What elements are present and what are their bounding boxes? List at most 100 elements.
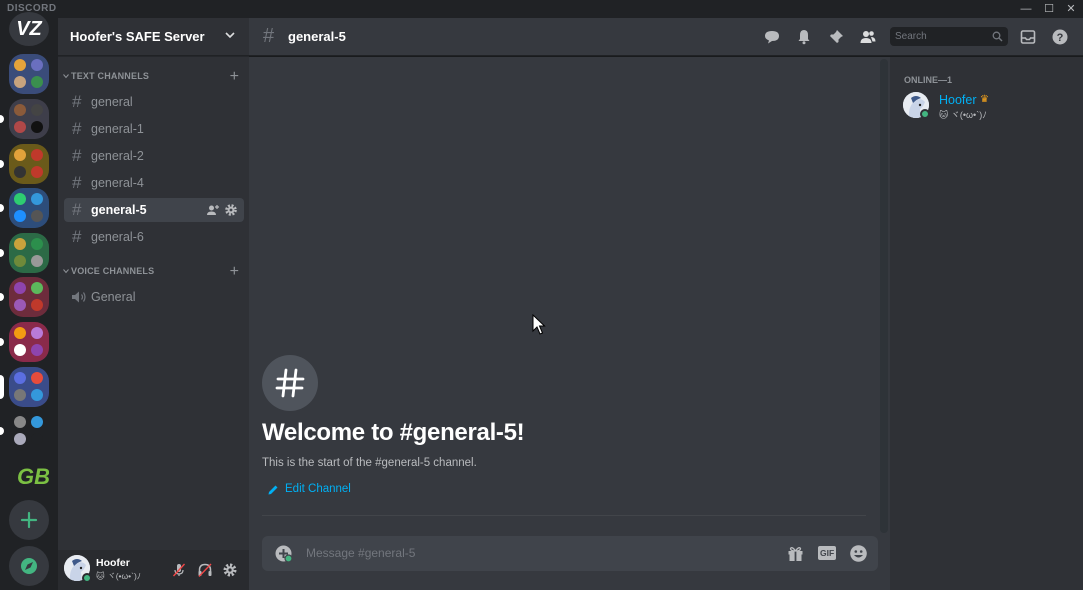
member-row[interactable]: Hoofer ♛ 🐱 ヾ(•ω•`)ﾉ — [898, 89, 1078, 121]
server-gb[interactable]: GB — [9, 455, 49, 495]
svg-text:GB: GB — [17, 464, 49, 489]
channel-sidebar: Hoofer's SAFE Server Text Channels + # ge… — [58, 18, 249, 590]
channel-item-general-1[interactable]: # general-1 — [64, 117, 244, 141]
speaker-icon — [72, 291, 86, 303]
gif-picker-button[interactable]: GIF — [818, 546, 836, 560]
server-thumbnail-icon — [31, 389, 43, 401]
server-thumbnail-icon — [31, 372, 43, 384]
server-folder-6[interactable] — [9, 277, 49, 317]
category-label: Voice Channels — [71, 266, 155, 276]
server-thumbnail-icon — [14, 193, 26, 205]
server-unread-indicator — [0, 427, 4, 435]
channel-welcome-badge — [262, 355, 318, 411]
explore-servers-button[interactable] — [9, 546, 49, 586]
server-thumbnail-icon — [31, 344, 43, 356]
hash-icon: # — [72, 92, 82, 111]
search-box[interactable] — [890, 27, 1008, 46]
invite-people-icon[interactable] — [206, 203, 220, 217]
server-thumbnail-icon — [14, 210, 26, 222]
user-panel: Hoofer 🐱 ヾ(•ω•`)ﾉ — [58, 550, 249, 590]
server-unread-indicator — [0, 249, 4, 257]
category-text-channels[interactable]: Text Channels + — [61, 69, 247, 85]
server-thumbnail-icon — [14, 121, 26, 133]
server-thumbnail-icon — [31, 193, 43, 205]
server-thumbnail-icon — [14, 372, 26, 384]
home-button[interactable]: VZ — [9, 12, 49, 46]
server-thumbnail-icon — [31, 416, 43, 428]
server-folder-7[interactable] — [9, 322, 49, 362]
channel-item-general-4[interactable]: # general-4 — [64, 171, 244, 195]
channel-item-general[interactable]: # general — [64, 90, 244, 114]
hash-icon: # — [72, 119, 82, 138]
help-icon[interactable]: ? — [1051, 28, 1069, 46]
server-unread-indicator — [0, 204, 4, 212]
server-thumbnail-icon — [14, 416, 26, 428]
scrollbar[interactable] — [880, 59, 888, 533]
chevron-down-icon — [225, 32, 235, 39]
mute-microphone-icon[interactable] — [171, 562, 187, 578]
emoji-icon[interactable] — [849, 544, 868, 563]
create-voice-channel-button[interactable]: + — [230, 264, 239, 280]
server-folder-1[interactable] — [9, 54, 49, 94]
pinned-messages-icon[interactable] — [827, 28, 845, 46]
server-rail: VZ GB — [0, 12, 58, 590]
server-folder-2[interactable] — [9, 99, 49, 139]
member-list-icon[interactable] — [859, 28, 877, 46]
member-group-heading: Online—1 — [904, 75, 953, 85]
hash-icon: # — [263, 25, 275, 47]
search-input[interactable] — [895, 29, 983, 44]
create-channel-button[interactable]: + — [230, 69, 239, 85]
upload-attachment-icon[interactable] — [274, 544, 293, 563]
channel-item-general-6[interactable]: # general-6 — [64, 225, 244, 249]
pencil-icon — [268, 485, 278, 495]
deafen-headphones-icon[interactable] — [197, 562, 213, 578]
maximize-button[interactable]: ☐ — [1039, 1, 1059, 17]
caret-down-icon — [63, 74, 69, 79]
threads-icon[interactable] — [763, 28, 781, 46]
channel-header: # general-5 ? — [249, 18, 1083, 56]
hash-icon: # — [72, 200, 82, 219]
server-thumbnail-icon — [14, 344, 26, 356]
server-thumbnail-icon — [31, 149, 43, 161]
channel-title: general-5 — [288, 29, 346, 44]
username: Hoofer — [96, 557, 130, 569]
server-folder-5[interactable] — [9, 233, 49, 273]
channel-label: general-1 — [91, 122, 144, 136]
channel-item-general-5[interactable]: # general-5 — [64, 198, 244, 222]
channel-settings-gear-icon[interactable] — [224, 203, 238, 217]
server-thumbnail-icon — [14, 76, 26, 88]
inbox-icon[interactable] — [1019, 28, 1037, 46]
category-voice-channels[interactable]: Voice Channels + — [61, 264, 247, 280]
server-thumbnail-icon — [14, 59, 26, 71]
server-name: Hoofer's SAFE Server — [70, 29, 205, 44]
server-folder-4[interactable] — [9, 188, 49, 228]
notification-bell-icon[interactable] — [795, 28, 813, 46]
plus-icon — [20, 511, 38, 529]
add-server-button[interactable] — [9, 500, 49, 540]
voice-channel-general[interactable]: General — [64, 285, 244, 309]
gift-icon[interactable] — [786, 544, 805, 563]
member-list: Online—1 Hoofer ♛ 🐱 ヾ(•ω•`)ﾉ — [890, 57, 1083, 590]
category-label: Text Channels — [71, 71, 150, 81]
close-window-button[interactable]: ✕ — [1061, 1, 1081, 17]
minimize-button[interactable]: — — [1016, 1, 1036, 17]
gb-logo-icon: GB — [17, 464, 49, 489]
crown-icon: ♛ — [980, 94, 989, 105]
message-composer: GIF — [262, 536, 878, 571]
channel-label: general-2 — [91, 149, 144, 163]
server-thumbnail-icon — [31, 210, 43, 222]
server-folder-3[interactable] — [9, 144, 49, 184]
server-thumbnail-icon — [31, 121, 43, 133]
user-settings-gear-icon[interactable] — [222, 562, 238, 578]
search-icon — [992, 31, 1003, 42]
server-header[interactable]: Hoofer's SAFE Server — [58, 18, 249, 56]
welcome-description: This is the start of the #general-5 chan… — [262, 457, 477, 469]
server-folder-9[interactable] — [9, 411, 49, 451]
home-label: VZ — [16, 18, 42, 40]
server-folder-8[interactable] — [9, 367, 49, 407]
message-input[interactable] — [306, 544, 766, 562]
mouse-cursor-icon — [532, 314, 546, 335]
server-thumbnail-icon — [14, 433, 26, 445]
member-name: Hoofer — [939, 93, 977, 107]
channel-item-general-2[interactable]: # general-2 — [64, 144, 244, 168]
